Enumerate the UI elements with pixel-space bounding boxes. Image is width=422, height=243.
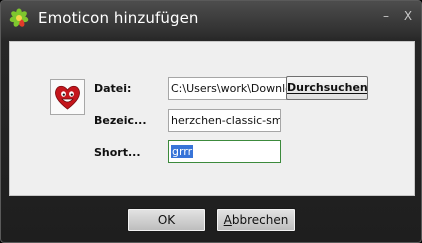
shortcut-input[interactable]: grrr (168, 140, 281, 163)
title-bar[interactable]: Emoticon hinzufügen – X (1, 1, 421, 35)
heart-smiley-icon (55, 85, 80, 110)
file-path-input[interactable]: C:\Users\work\Downlo (168, 77, 289, 100)
window-title: Emoticon hinzufügen (38, 9, 199, 27)
ok-button[interactable]: OK (127, 208, 206, 232)
emoticon-preview (50, 79, 85, 115)
browse-button[interactable]: Durchsuchen... (286, 76, 368, 100)
form-panel: Datei: C:\Users\work\Downlo Durchsuchen.… (9, 41, 415, 196)
shortcut-label: Short... (94, 146, 141, 159)
minimize-button[interactable]: – (378, 8, 394, 24)
dialog-window: Emoticon hinzufügen – X Datei: C:\Users\… (0, 0, 422, 243)
name-label: Bezeic... (94, 114, 147, 127)
icq-flower-icon (9, 8, 29, 28)
cancel-button[interactable]: Abbrechen (216, 208, 296, 232)
close-button[interactable]: X (400, 8, 416, 24)
shortcut-selected-text: grrr (171, 145, 194, 158)
cancel-mnemonic: A (223, 213, 232, 227)
cancel-label: bbrechen (231, 213, 289, 227)
name-input[interactable]: herzchen-classic-smiley (168, 109, 281, 132)
file-label: Datei: (94, 82, 132, 95)
